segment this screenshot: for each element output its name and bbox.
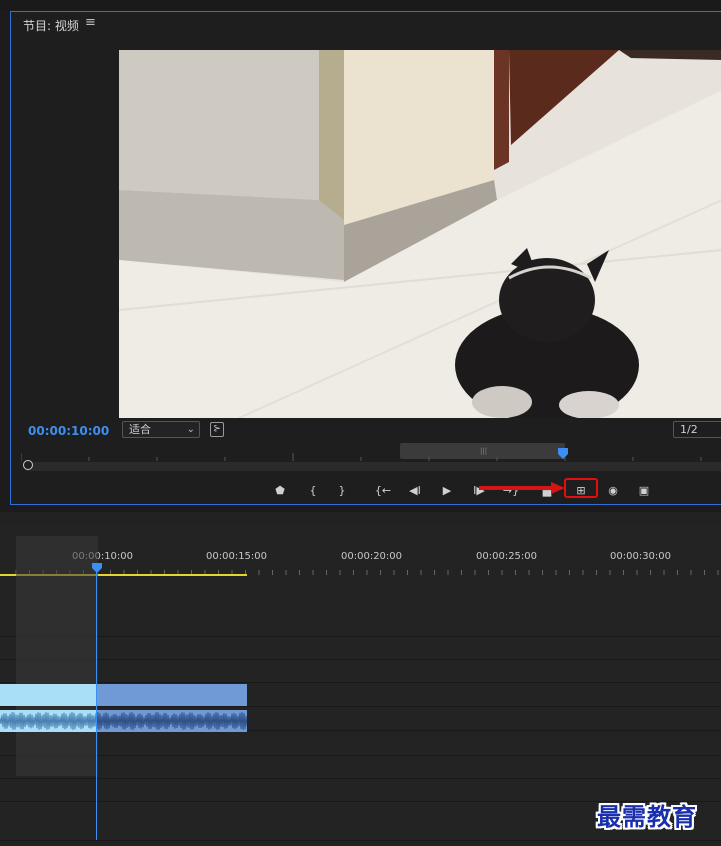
playback-resolution-select[interactable]: 1/2	[673, 421, 721, 438]
button-editor-icon: ▣	[638, 483, 650, 497]
audio-track-a2[interactable]	[0, 733, 721, 756]
marker-icon: ⬟	[275, 483, 285, 497]
add-marker-button[interactable]: ⬟	[269, 480, 291, 500]
ruler-timecode: 00:00:20:00	[341, 551, 403, 562]
mark-out-button[interactable]: }	[331, 480, 353, 500]
work-area-selection[interactable]	[16, 536, 98, 776]
mark-in-icon: {	[309, 483, 317, 497]
monitor-ruler-ticks	[21, 453, 702, 461]
mark-in-button[interactable]: {	[302, 480, 324, 500]
zoom-fit-value: 适合	[129, 423, 151, 436]
timeline-playhead-icon[interactable]	[92, 563, 102, 573]
video-clip-selected-part[interactable]	[0, 684, 97, 706]
play-button[interactable]: ▶	[436, 480, 458, 500]
monitor-playhead-icon[interactable]	[558, 448, 568, 459]
go-to-in-icon: {←	[374, 483, 392, 497]
playhead-timecode[interactable]: 00:00:10:00	[28, 424, 109, 438]
chevron-down-icon: ⌄	[186, 424, 195, 435]
export-frame-button[interactable]: ◉	[602, 480, 624, 500]
watermark-logo: 最需教育	[597, 802, 697, 831]
panel-title[interactable]: 节目: 视频	[23, 17, 79, 34]
monitor-scrub-bar[interactable]	[25, 462, 721, 471]
top-strip	[0, 0, 721, 10]
timeline-playhead-line[interactable]	[96, 565, 97, 840]
zoom-fit-select[interactable]: 适合 ⌄	[122, 421, 200, 438]
mark-out-icon: }	[338, 483, 346, 497]
video-preview	[119, 50, 721, 418]
settings-icon[interactable]: ⊱	[210, 422, 224, 437]
highlight-box	[564, 478, 598, 498]
ruler-timecode: 00:00:15:00	[206, 551, 268, 562]
step-back-icon: ◀I	[409, 483, 421, 497]
play-icon: ▶	[442, 483, 452, 497]
audio-track-a3[interactable]	[0, 756, 721, 779]
annotation-arrow-icon	[479, 482, 565, 494]
step-back-button[interactable]: ◀I	[404, 480, 426, 500]
button-editor-button[interactable]: ▣	[633, 480, 655, 500]
panel-menu-icon[interactable]: ≡	[85, 15, 96, 30]
ruler-timecode: 00:00:30:00	[610, 551, 672, 562]
program-monitor-panel: 节目: 视频 ≡ 00:00:10:00 适合 ⌄ ⊱ 1/2 ||| ⬟ {…	[10, 11, 721, 505]
scrub-start-handle[interactable]	[23, 460, 33, 470]
go-to-in-button[interactable]: {←	[372, 480, 394, 500]
video-track-v3[interactable]	[0, 578, 721, 637]
audio-clip-selected-part[interactable]	[0, 710, 97, 732]
video-track-v2[interactable]	[0, 637, 721, 660]
ruler-timecode: 00:00:25:00	[476, 551, 538, 562]
camera-icon: ◉	[608, 483, 618, 497]
video-track-v1-upper[interactable]	[0, 660, 721, 683]
